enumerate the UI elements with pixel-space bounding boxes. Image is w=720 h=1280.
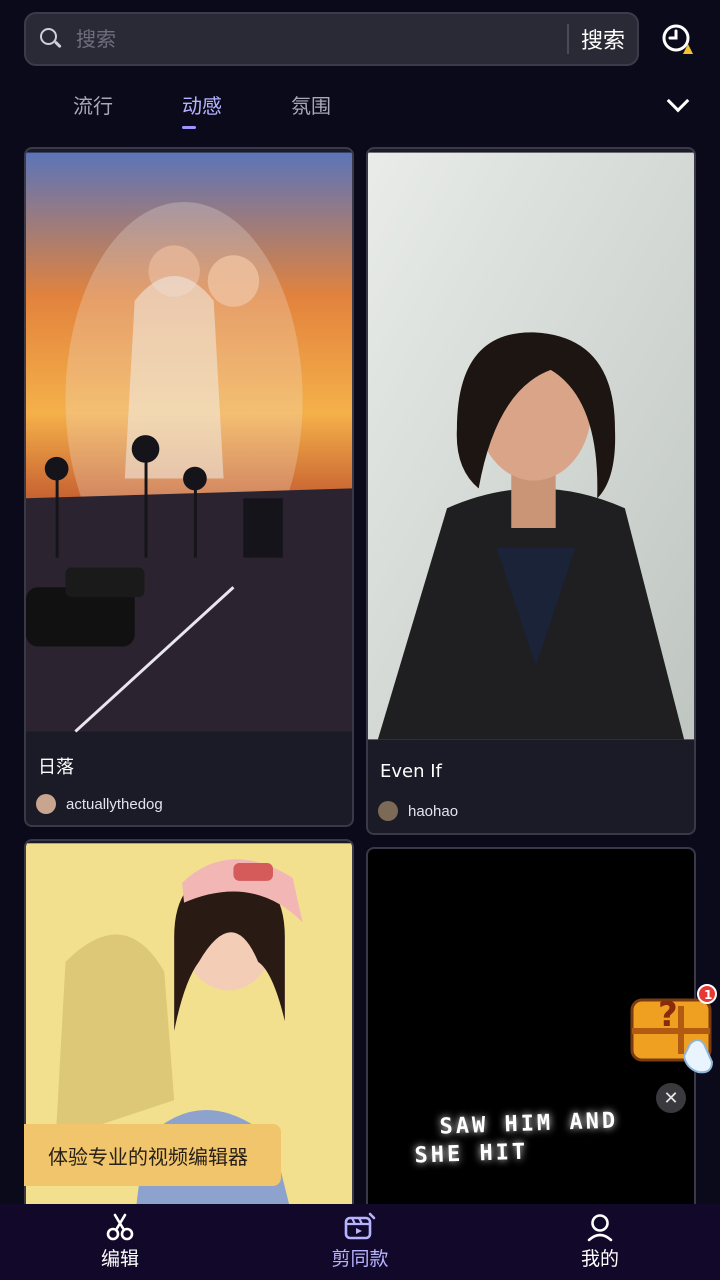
category-tabs: 流行 动感 氛围 — [0, 80, 720, 130]
author-name: actuallythedog — [66, 795, 163, 813]
card-author: actuallythedog — [36, 794, 163, 814]
search-bar[interactable]: 搜索 — [24, 12, 639, 66]
avatar — [378, 801, 398, 821]
active-tab-indicator — [182, 126, 196, 129]
history-icon[interactable] — [661, 23, 693, 55]
reward-badge: 1 — [704, 988, 712, 1002]
svg-text:?: ? — [658, 995, 678, 1035]
search-input[interactable] — [62, 14, 567, 64]
tab-atmosphere[interactable]: 氛围 — [291, 90, 331, 119]
avatar — [36, 794, 56, 814]
nav-templates[interactable]: 剪同款 — [310, 1212, 410, 1271]
template-card[interactable]: 日落 actuallythedog — [24, 147, 354, 827]
author-name: haohao — [408, 802, 459, 820]
profile-icon — [587, 1214, 613, 1242]
bottom-nav: 编辑 剪同款 我的 — [0, 1204, 720, 1280]
search-icon — [40, 28, 62, 50]
treasure-chest-icon[interactable]: ? 1 — [628, 984, 718, 1076]
card-thumbnail — [26, 152, 352, 733]
nav-profile[interactable]: 我的 — [550, 1212, 650, 1271]
template-card[interactable]: Even If haohao — [366, 147, 696, 835]
card-title: 日落 — [38, 757, 74, 778]
close-icon[interactable]: ✕ — [656, 1083, 686, 1113]
scissors-icon — [106, 1213, 134, 1241]
nav-edit[interactable]: 编辑 — [70, 1212, 170, 1271]
overlay-text: SAW HIM AND SHE HIT — [414, 1108, 619, 1169]
template-icon — [344, 1212, 376, 1240]
tab-dynamic[interactable]: 动感 — [182, 90, 222, 129]
card-title: Even If — [380, 761, 442, 782]
card-thumbnail — [368, 152, 694, 740]
card-author: haohao — [378, 801, 458, 821]
tab-popular[interactable]: 流行 — [73, 90, 113, 119]
promo-banner[interactable]: 体验专业的视频编辑器 — [24, 1124, 281, 1186]
search-button[interactable]: 搜索 — [569, 23, 637, 55]
